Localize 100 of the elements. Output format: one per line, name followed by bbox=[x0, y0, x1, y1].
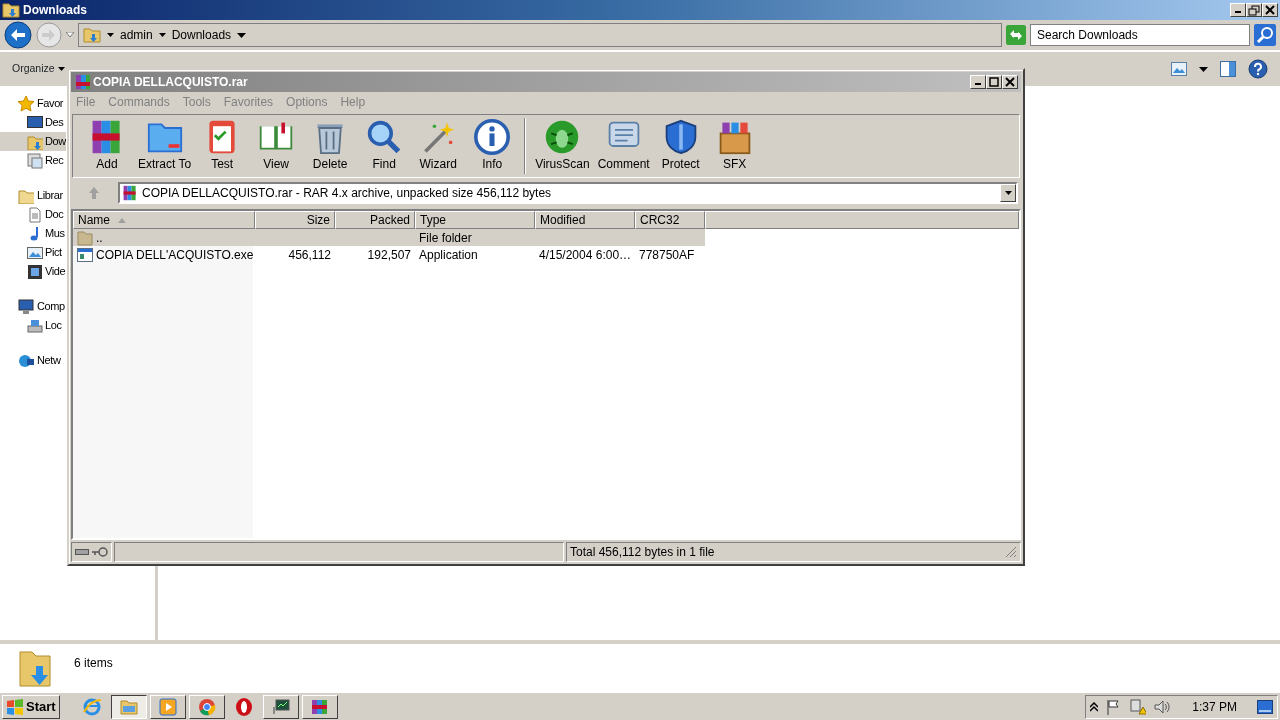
close-button[interactable] bbox=[1002, 75, 1018, 89]
column-header[interactable]: Packed bbox=[335, 211, 415, 229]
column-header[interactable]: CRC32 bbox=[635, 211, 705, 229]
toolbar-button[interactable]: Comment bbox=[594, 119, 653, 173]
search-icon[interactable] bbox=[1254, 24, 1276, 46]
sidebar-item[interactable]: Rec bbox=[0, 151, 66, 170]
close-button[interactable] bbox=[1262, 3, 1278, 17]
sidebar-heading[interactable]: Comp bbox=[37, 298, 65, 315]
toolbar-button[interactable]: Test bbox=[196, 119, 249, 173]
local-disk-icon bbox=[27, 317, 43, 334]
minimize-button[interactable] bbox=[1230, 3, 1246, 17]
caret-icon[interactable] bbox=[1199, 66, 1208, 72]
refresh-icon[interactable] bbox=[1006, 25, 1026, 45]
sidebar-item[interactable]: Doc bbox=[0, 205, 66, 224]
cell-text: COPIA DELL'ACQUISTO.exe bbox=[96, 246, 254, 264]
dropdown-caret-icon[interactable] bbox=[1004, 191, 1012, 195]
start-button[interactable]: Start bbox=[2, 694, 60, 719]
path-field[interactable]: COPIA DELLACQUISTO.rar - RAR 4.x archive, unpacked size 456,112 bytes bbox=[118, 182, 1018, 204]
toolbar-button[interactable]: SFX bbox=[708, 119, 761, 173]
monitor-icon bbox=[270, 696, 291, 717]
star-icon[interactable] bbox=[18, 95, 34, 112]
search-field[interactable]: Search Downloads bbox=[1030, 24, 1250, 46]
speaker-icon[interactable] bbox=[1154, 698, 1173, 715]
sidebar-item[interactable]: Des bbox=[0, 113, 66, 132]
toolbar-button[interactable]: Find bbox=[358, 119, 411, 173]
archive-icon bbox=[122, 185, 138, 201]
cell-text: 4/15/2004 6:00… bbox=[539, 246, 632, 264]
dropdown-caret-icon[interactable] bbox=[237, 32, 247, 38]
window-title: COPIA DELLACQUISTO.rar bbox=[93, 74, 248, 91]
browser-icon bbox=[81, 696, 102, 717]
magnifier-icon bbox=[366, 119, 403, 155]
preview-pane-icon[interactable] bbox=[1220, 61, 1236, 77]
downloads-icon bbox=[27, 133, 43, 150]
history-caret-icon[interactable] bbox=[66, 32, 74, 38]
cell-text: 778750AF bbox=[639, 246, 695, 264]
minimize-icon bbox=[1235, 11, 1241, 13]
bug-icon bbox=[544, 119, 581, 155]
toolbar-button[interactable]: Info bbox=[466, 119, 519, 173]
file-row[interactable]: .. File folder bbox=[73, 229, 705, 246]
sidebar-heading[interactable]: Netw bbox=[37, 352, 61, 369]
sidebar-heading[interactable]: Favor bbox=[37, 95, 64, 112]
minimize-button[interactable] bbox=[970, 75, 986, 89]
show-desktop-icon[interactable] bbox=[1257, 699, 1273, 714]
organize-button[interactable]: Organize bbox=[12, 61, 65, 77]
resize-grip-icon[interactable] bbox=[1005, 546, 1017, 558]
archive-icon bbox=[74, 74, 90, 90]
sidebar-item[interactable]: Mus bbox=[0, 224, 66, 243]
toolbar-button[interactable]: Add bbox=[81, 119, 133, 173]
chevron-up-icon[interactable] bbox=[1090, 701, 1099, 712]
toolbar-button[interactable]: View bbox=[250, 119, 303, 173]
sidebar-heading[interactable]: Librar bbox=[37, 187, 63, 204]
clock[interactable]: 1:37 PM bbox=[1192, 697, 1237, 716]
folder-icon bbox=[77, 229, 93, 246]
toolbar-button[interactable]: Extract To bbox=[135, 119, 195, 173]
address-bar[interactable]: admin Downloads bbox=[78, 23, 1002, 47]
sidebar-item[interactable]: Loc bbox=[0, 316, 66, 335]
breadcrumb-item[interactable]: Downloads bbox=[171, 26, 232, 44]
caret-icon[interactable] bbox=[107, 33, 114, 37]
restore-button[interactable] bbox=[1246, 3, 1262, 17]
column-header[interactable]: Size bbox=[255, 211, 335, 229]
cell-text: 192,507 bbox=[367, 246, 411, 264]
close-icon bbox=[1004, 76, 1016, 88]
item-count: 6 items bbox=[74, 655, 113, 672]
view-icon[interactable] bbox=[1171, 62, 1187, 76]
chrome-icon bbox=[196, 696, 217, 717]
network-icon[interactable] bbox=[18, 352, 34, 369]
cell-text: File folder bbox=[419, 229, 472, 247]
media-player-icon bbox=[157, 696, 178, 717]
application-icon bbox=[77, 247, 93, 262]
help-icon[interactable] bbox=[1248, 59, 1268, 79]
sidebar-item[interactable]: Pict bbox=[0, 243, 66, 262]
toolbar-button[interactable]: VirusScan bbox=[532, 119, 593, 173]
cell-text: 456,112 bbox=[288, 246, 331, 264]
sidebar-item[interactable]: Vide bbox=[0, 262, 66, 281]
minimize-icon bbox=[975, 83, 981, 85]
caret-icon[interactable] bbox=[158, 33, 166, 37]
info-icon bbox=[474, 119, 511, 155]
desktop-icon bbox=[27, 114, 43, 131]
folder-icon bbox=[83, 26, 101, 44]
file-row[interactable]: COPIA DELL'ACQUISTO.exe 456,112 192,507 Application 4/15/2004 6:00… 778750AF bbox=[73, 246, 1019, 263]
sidebar-item[interactable]: Dow bbox=[0, 132, 66, 151]
restore-icon bbox=[1248, 4, 1260, 16]
column-header[interactable]: Type bbox=[415, 211, 535, 229]
toolbar-button[interactable]: Protect bbox=[654, 119, 707, 173]
maximize-button[interactable] bbox=[986, 75, 1002, 89]
taskbar-button[interactable] bbox=[110, 694, 147, 719]
window-title: Downloads bbox=[23, 2, 87, 19]
maximize-icon bbox=[988, 76, 1000, 88]
opera-icon bbox=[233, 696, 254, 717]
computer-icon[interactable] bbox=[18, 298, 34, 315]
video-icon bbox=[27, 263, 43, 280]
toolbar-button[interactable]: Delete bbox=[304, 119, 357, 173]
column-header[interactable]: Name bbox=[73, 211, 255, 229]
recent-places-icon bbox=[27, 152, 43, 169]
back-button[interactable] bbox=[4, 21, 32, 49]
network-warning-icon[interactable] bbox=[1130, 698, 1147, 715]
toolbar-button[interactable]: Wizard bbox=[412, 119, 465, 173]
breadcrumb-item[interactable]: admin bbox=[120, 26, 153, 44]
windows-logo-icon bbox=[6, 698, 24, 715]
column-header[interactable]: Modified bbox=[535, 211, 635, 229]
